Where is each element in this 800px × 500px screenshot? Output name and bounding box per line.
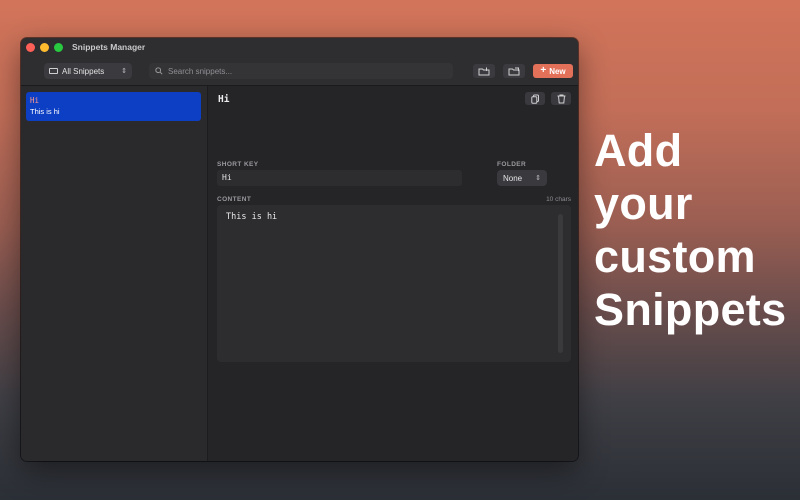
search-field[interactable]: Search snippets... [149,63,453,79]
char-count: 10 chars [546,196,571,203]
copy-button[interactable] [525,92,545,105]
copy-icon [530,94,539,104]
snippet-list: Hi This is hi [21,86,208,461]
content-text[interactable]: This is hi [226,212,277,222]
short-key-label: SHORT KEY [217,161,259,168]
snippet-item-preview: This is hi [30,107,60,116]
close-window-button[interactable] [26,43,35,52]
headline-line: Snippets [594,284,787,335]
content-scrollbar[interactable] [558,214,563,353]
chevron-updown-icon: ⇕ [535,175,541,182]
headline-line: your [594,178,693,229]
app-window: Snippets Manager All Snippets ⇕ Search s… [21,38,578,461]
folder-select-value: None [503,173,523,183]
search-input[interactable]: Search snippets... [168,67,232,76]
headline-line: Add [594,125,683,176]
new-button-label: New [549,66,566,76]
trash-icon [557,94,565,103]
export-folder-button[interactable] [503,64,525,78]
snippet-item-key: Hi [30,96,40,105]
folder-select[interactable]: None ⇕ [497,170,547,186]
zoom-window-button[interactable] [54,43,63,52]
import-folder-button[interactable] [473,64,495,78]
titlebar: Snippets Manager All Snippets ⇕ Search s… [21,38,578,86]
short-key-input[interactable]: Hi [217,170,462,186]
snippet-title: Hi [218,94,230,105]
search-icon [155,67,163,75]
delete-button[interactable] [551,92,571,105]
content-label: CONTENT [217,196,252,203]
snippet-list-item[interactable]: Hi This is hi [26,92,201,121]
new-snippet-button[interactable]: + New [533,64,573,78]
chevron-updown-icon: ⇕ [121,68,127,75]
plus-icon: + [540,65,547,76]
snippet-scope-select[interactable]: All Snippets ⇕ [44,63,132,79]
folder-export-icon [508,67,520,75]
content-editor[interactable]: This is hi [217,205,571,362]
folder-import-icon [478,67,490,75]
tray-icon [49,68,58,74]
window-title: Snippets Manager [72,42,146,52]
marketing-headline: Add your custom Snippets [594,124,794,336]
minimize-window-button[interactable] [40,43,49,52]
snippet-detail: Hi SHORT KEY Hi FOLDER None ⇕ CONTENT 10… [208,86,578,461]
scope-select-value: All Snippets [62,66,105,76]
folder-label: FOLDER [497,161,527,168]
headline-line: custom [594,231,756,282]
